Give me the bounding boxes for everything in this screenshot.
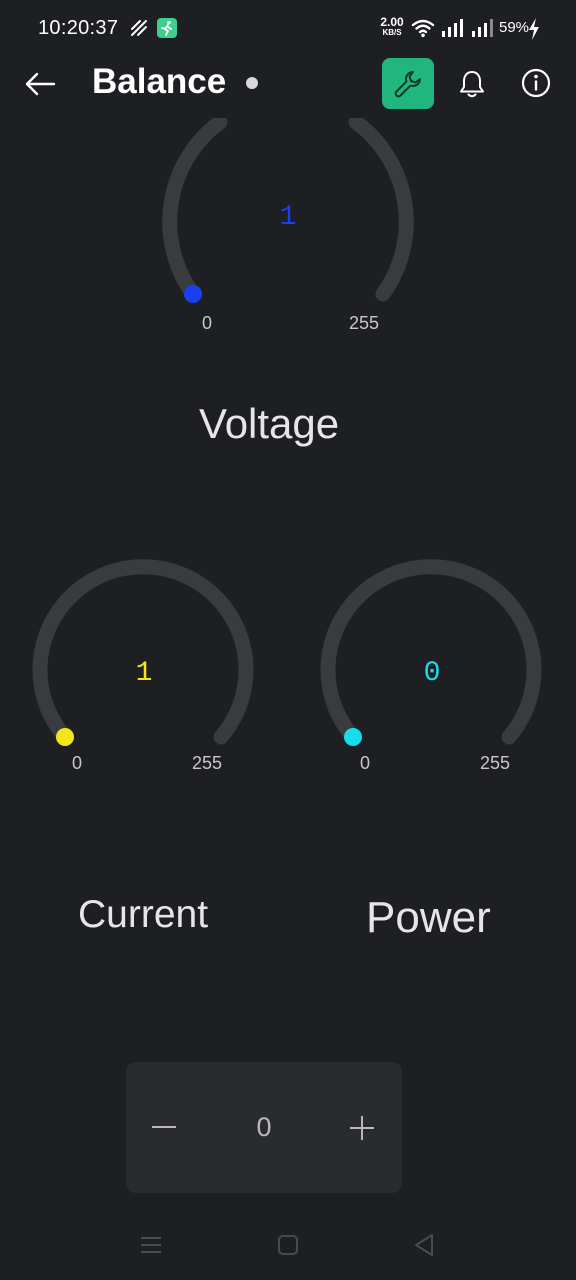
value-stepper: 0 bbox=[126, 1062, 402, 1193]
status-time: 10:20:37 bbox=[38, 17, 119, 39]
fitness-app-icon bbox=[157, 18, 177, 43]
settings-button[interactable] bbox=[382, 58, 434, 109]
decrement-button[interactable] bbox=[136, 1102, 192, 1152]
power-min: 0 bbox=[360, 753, 371, 773]
voltage-gauge-indicator bbox=[184, 285, 202, 303]
status-bar: 10:20:37 2.00 KB/S 59% bbox=[0, 0, 576, 56]
network-speed: 2.00 KB/S bbox=[377, 16, 407, 37]
info-icon[interactable] bbox=[521, 68, 551, 103]
power-max: 255 bbox=[480, 753, 511, 773]
battery-percent: 59% bbox=[499, 19, 530, 36]
power-gauge-arc bbox=[320, 559, 542, 746]
wrench-icon bbox=[393, 69, 423, 104]
plus-icon bbox=[349, 1115, 375, 1146]
stepper-value: 0 bbox=[256, 1112, 272, 1142]
increment-button[interactable] bbox=[334, 1102, 390, 1152]
voltage-min: 0 bbox=[202, 313, 213, 333]
back-icon[interactable] bbox=[413, 1233, 435, 1262]
current-max: 255 bbox=[192, 753, 223, 773]
wifi-icon bbox=[411, 18, 435, 43]
signal-icon bbox=[441, 19, 463, 42]
voltage-label: Voltage bbox=[199, 400, 340, 447]
power-value: 0 bbox=[423, 658, 441, 689]
current-gauge-indicator bbox=[56, 728, 74, 746]
net-speed-value: 2.00 bbox=[380, 15, 404, 29]
net-speed-unit: KB/S bbox=[382, 28, 402, 37]
system-nav-bar bbox=[0, 1210, 576, 1280]
page-title: Balance bbox=[92, 62, 227, 101]
bell-icon[interactable] bbox=[458, 69, 486, 104]
power-label: Power bbox=[366, 893, 491, 942]
data-saver-icon bbox=[130, 19, 148, 42]
charging-icon bbox=[528, 18, 540, 45]
signal-icon-2 bbox=[471, 19, 493, 42]
current-value: 1 bbox=[135, 658, 153, 689]
menu-icon[interactable] bbox=[140, 1235, 162, 1260]
current-min: 0 bbox=[72, 753, 83, 773]
home-icon[interactable] bbox=[277, 1234, 299, 1261]
voltage-max: 255 bbox=[349, 313, 380, 333]
minus-icon bbox=[151, 1117, 177, 1142]
online-status-dot bbox=[246, 77, 258, 89]
voltage-value: 1 bbox=[279, 202, 297, 233]
current-gauge-arc bbox=[32, 559, 254, 746]
power-gauge-indicator bbox=[344, 728, 362, 746]
back-arrow-icon[interactable] bbox=[24, 70, 56, 103]
current-label: Current bbox=[78, 893, 209, 936]
